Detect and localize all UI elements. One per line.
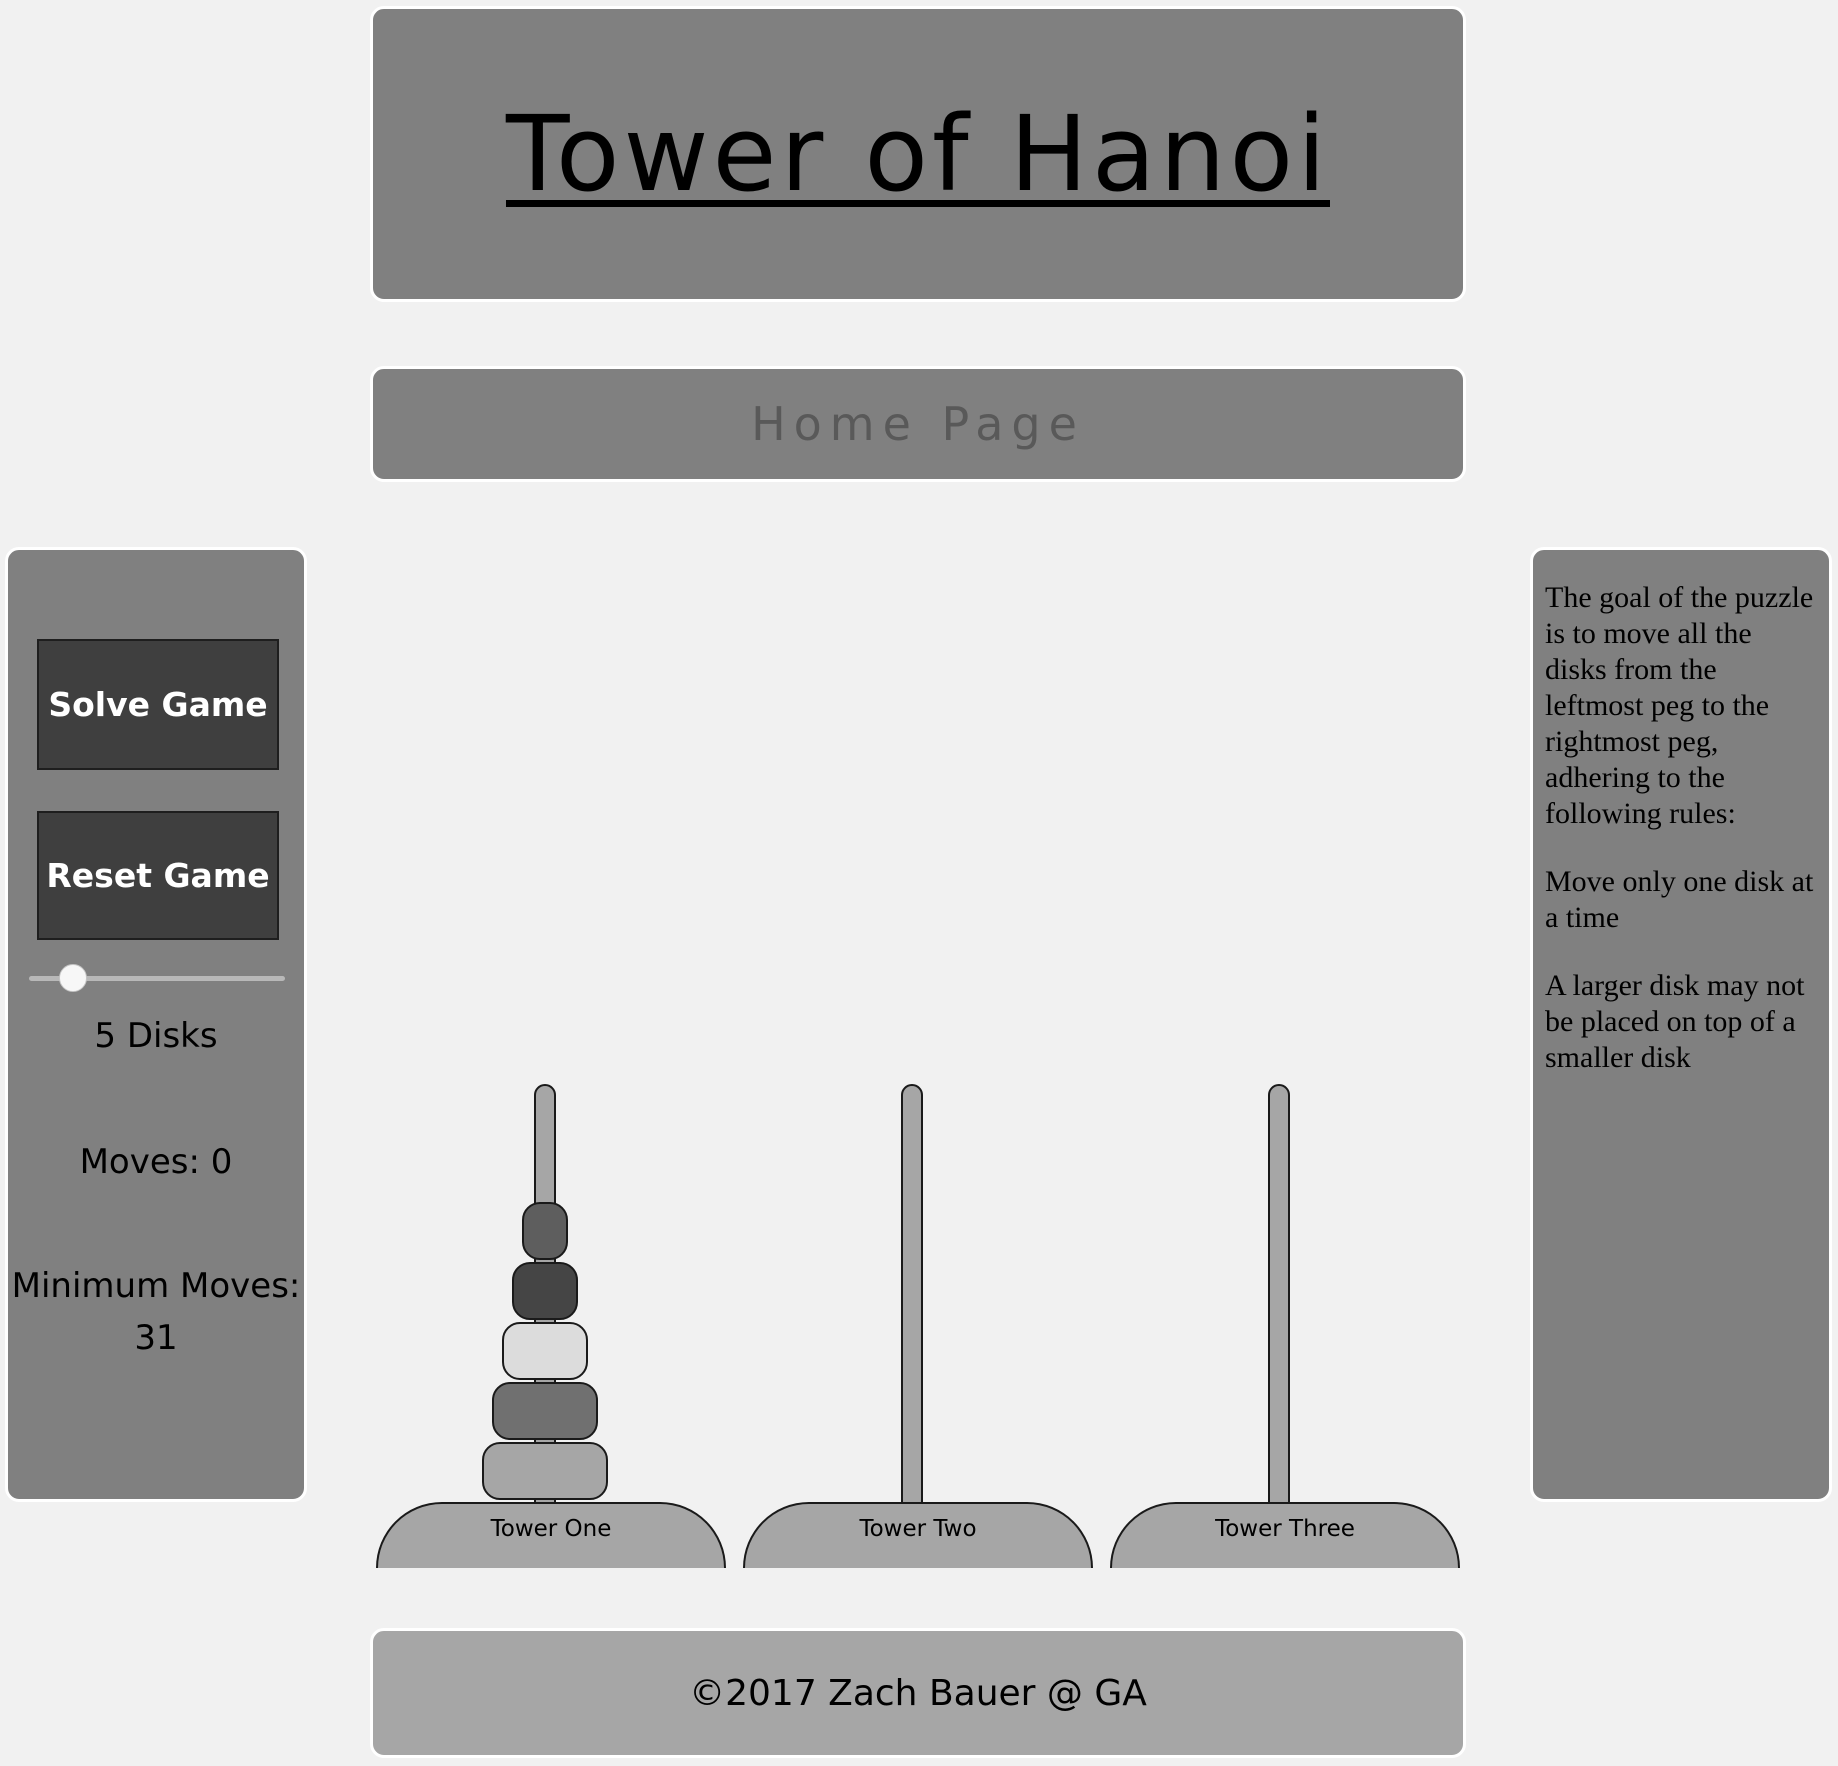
minimum-moves-label: Minimum Moves: [11, 1266, 301, 1306]
reset-game-button[interactable]: Reset Game [37, 811, 279, 940]
disk-size-4[interactable] [492, 1382, 598, 1440]
tower-three[interactable]: Tower Three [1104, 1080, 1460, 1570]
disk-size-2[interactable] [512, 1262, 578, 1320]
slider-thumb[interactable] [59, 964, 87, 992]
moves-counter: Moves: 0 [79, 1142, 233, 1182]
minimum-moves-value: 31 [134, 1318, 178, 1358]
header-panel: Tower of Hanoi [370, 6, 1466, 302]
tower-one[interactable]: Tower One [370, 1080, 726, 1570]
control-panel: Solve Game Reset Game 5 Disks Moves: 0 M… [5, 547, 307, 1502]
disk-size-1[interactable] [522, 1202, 568, 1260]
game-board: Tower One Tower Two Tower Three [370, 1080, 1466, 1570]
tower-one-base[interactable]: Tower One [376, 1502, 726, 1568]
rules-goal-text: The goal of the puzzle is to move all th… [1545, 581, 1814, 830]
tower-one-label: Tower One [490, 1516, 612, 1542]
tower-two-base[interactable]: Tower Two [743, 1502, 1093, 1568]
minimum-moves: Minimum Moves: 31 [8, 1260, 304, 1364]
copyright-text: ©2017 Zach Bauer @ GA [689, 1672, 1147, 1714]
disk-size-5[interactable] [482, 1442, 608, 1500]
disk-count-slider[interactable] [29, 964, 285, 992]
disk-size-3[interactable] [502, 1322, 588, 1380]
disk-count-label: 5 Disks [94, 1016, 218, 1056]
tower-two-label: Tower Two [859, 1516, 977, 1542]
rule-two-text: A larger disk may not be placed on top o… [1545, 969, 1805, 1074]
tower-two-peg[interactable] [901, 1084, 923, 1508]
rule-one-text: Move only one disk at a time [1545, 865, 1814, 934]
home-nav-bar: Home Page [370, 366, 1466, 482]
tower-three-label: Tower Three [1215, 1516, 1355, 1542]
tower-two[interactable]: Tower Two [737, 1080, 1093, 1570]
rules-panel: The goal of the puzzle is to move all th… [1530, 547, 1832, 1502]
footer: ©2017 Zach Bauer @ GA [370, 1628, 1466, 1758]
tower-three-base[interactable]: Tower Three [1110, 1502, 1460, 1568]
solve-game-button[interactable]: Solve Game [37, 639, 279, 770]
tower-three-peg[interactable] [1268, 1084, 1290, 1508]
page-title: Tower of Hanoi [505, 93, 1330, 215]
home-page-link[interactable]: Home Page [751, 397, 1085, 451]
